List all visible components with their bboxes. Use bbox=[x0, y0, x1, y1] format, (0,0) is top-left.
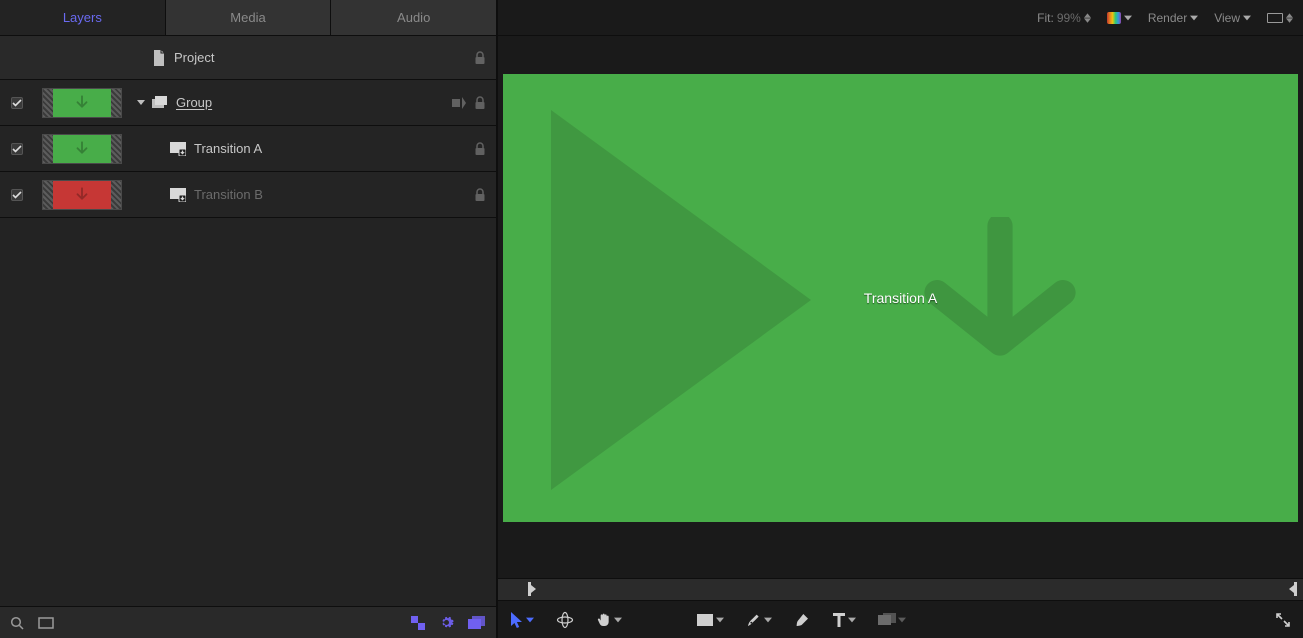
mini-timeline[interactable] bbox=[498, 578, 1303, 600]
brush-tool[interactable] bbox=[794, 612, 810, 628]
layer-label: Group bbox=[176, 95, 452, 110]
frame-rect-icon[interactable] bbox=[38, 617, 54, 629]
text-tool[interactable] bbox=[832, 612, 856, 628]
app-root: Layers Media Audio Project bbox=[0, 0, 1303, 638]
layer-row-project[interactable]: Project bbox=[0, 36, 496, 80]
color-swatch-icon bbox=[1107, 12, 1121, 24]
placeholder-down-icon bbox=[170, 188, 186, 202]
expand-icon[interactable] bbox=[1275, 612, 1291, 628]
stepper-icon bbox=[1286, 13, 1293, 23]
layers-panel: Layers Media Audio Project bbox=[0, 0, 498, 638]
layer-thumbnail bbox=[42, 88, 122, 118]
tab-label: Audio bbox=[397, 10, 430, 25]
layer-row-transition-b[interactable]: Transition B bbox=[0, 172, 496, 218]
layer-label: Project bbox=[174, 50, 474, 65]
checker-icon[interactable] bbox=[411, 616, 425, 630]
layer-label: Transition A bbox=[194, 141, 474, 156]
stepper-icon bbox=[1084, 13, 1091, 23]
layer-row-transition-a[interactable]: Transition A bbox=[0, 126, 496, 172]
bg-triangle-shape bbox=[551, 110, 811, 490]
view-menu[interactable]: View bbox=[1214, 11, 1251, 25]
canvas-toolbar bbox=[498, 600, 1303, 638]
window-stack-icon[interactable] bbox=[468, 616, 486, 630]
tab-layers[interactable]: Layers bbox=[0, 0, 166, 35]
tab-label: Media bbox=[230, 10, 265, 25]
visibility-checkbox[interactable] bbox=[11, 143, 23, 155]
render-menu[interactable]: Render bbox=[1148, 11, 1198, 25]
tab-audio[interactable]: Audio bbox=[331, 0, 496, 35]
layers-panel-footer bbox=[0, 606, 496, 638]
fit-label: Fit: bbox=[1037, 11, 1054, 25]
rectangle-tool[interactable] bbox=[696, 613, 724, 627]
document-icon bbox=[152, 50, 166, 66]
layer-thumbnail bbox=[42, 180, 122, 210]
disclosure-triangle-icon[interactable] bbox=[136, 98, 152, 108]
placeholder-down-icon bbox=[170, 142, 186, 156]
menu-label: View bbox=[1214, 11, 1240, 25]
canvas-area: Transition A bbox=[498, 36, 1303, 638]
visibility-checkbox[interactable] bbox=[11, 189, 23, 201]
layer-thumbnail bbox=[42, 134, 122, 164]
lock-icon[interactable] bbox=[474, 142, 486, 156]
layer-label: Transition B bbox=[194, 187, 474, 202]
select-tool[interactable] bbox=[510, 612, 534, 628]
lock-icon[interactable] bbox=[474, 96, 486, 110]
pan-tool[interactable] bbox=[596, 612, 622, 628]
group-stack-icon bbox=[152, 96, 168, 110]
fit-zoom-control[interactable]: Fit: 99% bbox=[1037, 11, 1091, 25]
color-channel-menu[interactable] bbox=[1107, 12, 1132, 24]
tab-media[interactable]: Media bbox=[166, 0, 332, 35]
fit-value: 99% bbox=[1057, 11, 1081, 25]
lock-icon[interactable] bbox=[474, 188, 486, 202]
sidebar-tabs: Layers Media Audio bbox=[0, 0, 496, 36]
layer-list: Project bbox=[0, 36, 496, 606]
orbit-tool[interactable] bbox=[556, 611, 574, 629]
viewer-toolbar: Fit: 99% Render View bbox=[498, 0, 1303, 36]
canvas-viewport[interactable]: Transition A bbox=[498, 36, 1303, 578]
menu-label: Render bbox=[1148, 11, 1187, 25]
aspect-menu[interactable] bbox=[1267, 13, 1293, 23]
viewer-panel: Fit: 99% Render View bbox=[498, 0, 1303, 638]
search-icon[interactable] bbox=[10, 616, 24, 630]
visibility-checkbox[interactable] bbox=[11, 97, 23, 109]
gear-icon[interactable] bbox=[439, 615, 454, 630]
canvas[interactable]: Transition A bbox=[503, 74, 1298, 522]
bg-arrow-shape bbox=[885, 217, 1115, 397]
lock-icon[interactable] bbox=[474, 51, 486, 65]
aspect-rect-icon bbox=[1267, 13, 1283, 23]
pen-tool[interactable] bbox=[746, 612, 772, 628]
in-marker-icon[interactable] bbox=[528, 582, 536, 596]
out-marker-icon[interactable] bbox=[1289, 582, 1297, 596]
canvas-overlay-label: Transition A bbox=[864, 290, 937, 306]
isolate-icon[interactable] bbox=[452, 97, 466, 109]
layer-row-group[interactable]: Group bbox=[0, 80, 496, 126]
tab-label: Layers bbox=[63, 10, 102, 25]
mask-tool[interactable] bbox=[878, 613, 906, 627]
